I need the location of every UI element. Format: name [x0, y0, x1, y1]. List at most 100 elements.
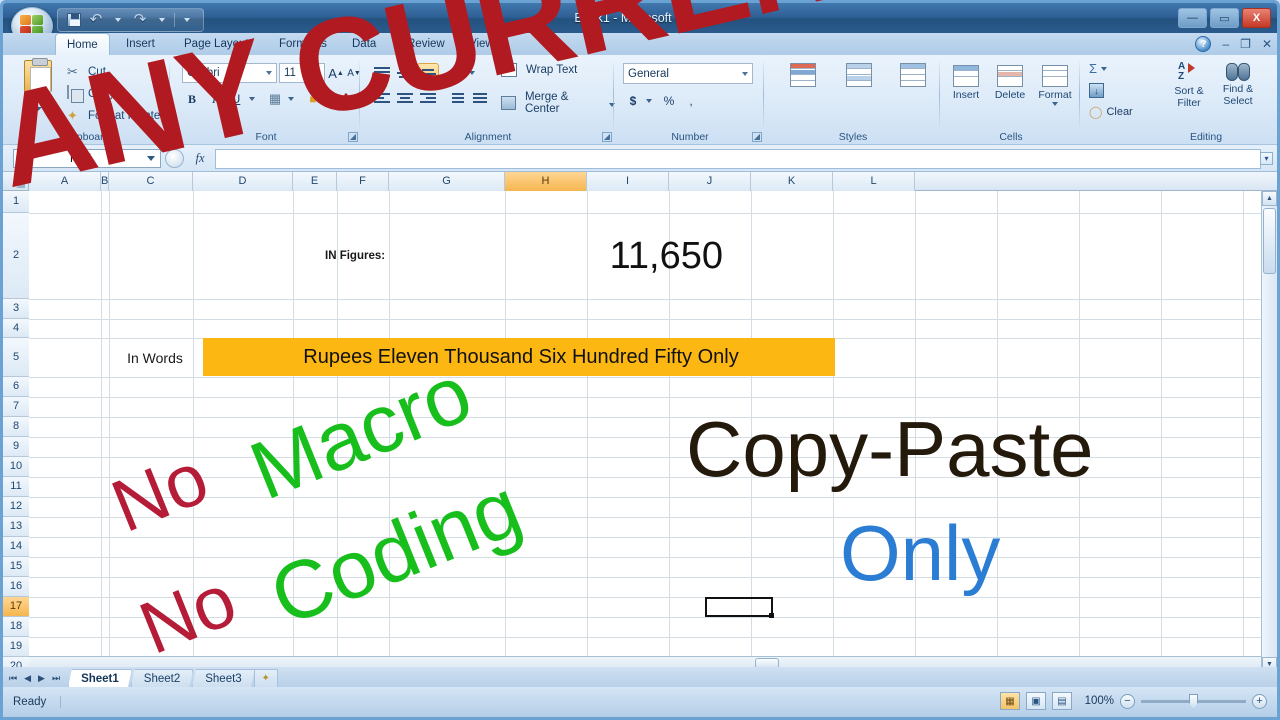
chevron-down-icon[interactable]: [147, 156, 155, 161]
minimize-button[interactable]: —: [1178, 8, 1207, 28]
customize-qat-icon[interactable]: [177, 10, 197, 30]
redo-icon[interactable]: ↷: [130, 10, 150, 30]
vertical-scrollbar[interactable]: ▲ ▼: [1261, 191, 1277, 672]
number-dialog-launcher[interactable]: ◢: [752, 132, 762, 142]
cut-button[interactable]: ✂ Cut: [67, 64, 106, 80]
cancel-icon[interactable]: [165, 149, 184, 168]
column-header-b[interactable]: B: [101, 172, 109, 191]
sheet-tab-sheet3[interactable]: Sheet3: [192, 669, 255, 687]
find-select-button[interactable]: Find & Select: [1215, 61, 1261, 107]
align-right-button[interactable]: [417, 89, 439, 109]
column-header-c[interactable]: C: [109, 172, 193, 191]
cell-in-figures-label[interactable]: IN Figures:: [325, 213, 415, 299]
insert-cells-button[interactable]: Insert: [945, 65, 987, 101]
insert-function-icon[interactable]: fx: [185, 151, 215, 166]
sheet-tab-sheet1[interactable]: Sheet1: [68, 669, 132, 687]
align-center-button[interactable]: [394, 89, 416, 109]
fill-color-dropdown-icon[interactable]: [323, 89, 334, 109]
tab-page-layout[interactable]: Page Layout: [173, 33, 260, 55]
column-header-k[interactable]: K: [751, 172, 833, 191]
accounting-dropdown-icon[interactable]: [643, 91, 654, 111]
tab-home[interactable]: Home: [55, 33, 110, 55]
sort-filter-button[interactable]: A Z Sort & Filter: [1167, 61, 1211, 109]
next-sheet-icon[interactable]: ▶: [38, 673, 45, 684]
row-header-12[interactable]: 12: [3, 497, 29, 517]
row-header-1[interactable]: 1: [3, 191, 29, 213]
sheet-tab-sheet2[interactable]: Sheet2: [130, 669, 194, 687]
zoom-slider[interactable]: [1141, 693, 1246, 709]
format-as-table-button[interactable]: [833, 63, 885, 87]
cell-in-words-label[interactable]: In Words: [107, 338, 203, 377]
cell-styles-button[interactable]: [889, 63, 937, 87]
row-header-5[interactable]: 5: [3, 338, 29, 377]
row-header-13[interactable]: 13: [3, 517, 29, 537]
accounting-format-button[interactable]: $: [623, 91, 643, 111]
format-cells-button[interactable]: Format: [1033, 65, 1077, 106]
grow-font-button[interactable]: A ▲: [327, 63, 345, 83]
orientation-dropdown-icon[interactable]: [466, 63, 477, 83]
zoom-slider-thumb[interactable]: [1189, 693, 1198, 709]
font-dialog-launcher[interactable]: ◢: [348, 132, 358, 142]
font-name-combo[interactable]: Calibri: [182, 63, 277, 83]
increase-indent-button[interactable]: [468, 89, 490, 109]
undo-dropdown-icon[interactable]: [108, 10, 128, 30]
view-page-layout-button[interactable]: ▣: [1026, 692, 1046, 710]
row-header-19[interactable]: 19: [3, 637, 29, 657]
fill-button[interactable]: ↓: [1089, 83, 1104, 98]
column-header-d[interactable]: D: [193, 172, 293, 191]
percent-format-button[interactable]: %: [659, 91, 679, 111]
selected-cell-h17[interactable]: [705, 597, 774, 618]
column-header-f[interactable]: F: [337, 172, 389, 191]
autosum-button[interactable]: Σ: [1089, 61, 1108, 76]
cell-figures-value[interactable]: 11,650: [419, 213, 729, 299]
wrap-text-button[interactable]: Wrap Text: [501, 63, 577, 77]
insert-worksheet-icon[interactable]: ✦: [253, 669, 278, 687]
clear-button[interactable]: ◯ Clear: [1089, 105, 1133, 119]
column-header-h[interactable]: H: [505, 172, 587, 191]
underline-button[interactable]: U: [226, 89, 246, 109]
row-header-9[interactable]: 9: [3, 437, 29, 457]
cell-area[interactable]: IN Figures: 11,650 In Words Rupees Eleve…: [29, 191, 1277, 672]
italic-button[interactable]: I: [204, 89, 224, 109]
cell-words-value[interactable]: Rupees Eleven Thousand Six Hundred Fifty…: [203, 338, 835, 376]
row-header-4[interactable]: 4: [3, 319, 29, 338]
zoom-out-button[interactable]: −: [1120, 693, 1135, 709]
clipboard-dialog-launcher[interactable]: ◢: [158, 132, 168, 142]
align-bottom-button[interactable]: [417, 63, 439, 83]
conditional-formatting-button[interactable]: [777, 63, 829, 87]
tab-view[interactable]: View: [458, 33, 505, 55]
orientation-button[interactable]: ↗: [445, 63, 467, 83]
column-header-j[interactable]: J: [669, 172, 751, 191]
expand-formula-bar-icon[interactable]: ▾: [1260, 152, 1273, 165]
column-header-i[interactable]: I: [587, 172, 669, 191]
column-header-l[interactable]: L: [833, 172, 915, 191]
font-color-button[interactable]: A: [337, 89, 355, 109]
delete-cells-button[interactable]: Delete: [989, 65, 1031, 101]
tab-insert[interactable]: Insert: [115, 33, 166, 55]
row-header-2[interactable]: 2: [3, 213, 29, 299]
inner-close-button[interactable]: ✕: [1262, 37, 1272, 51]
comma-format-button[interactable]: ,: [681, 91, 701, 111]
merge-center-button[interactable]: Merge & Center: [501, 91, 615, 115]
row-header-11[interactable]: 11: [3, 477, 29, 497]
row-header-17[interactable]: 17: [3, 597, 29, 617]
inner-restore-button[interactable]: ❐: [1240, 37, 1251, 51]
column-header-g[interactable]: G: [389, 172, 505, 191]
align-left-button[interactable]: [371, 89, 393, 109]
row-header-7[interactable]: 7: [3, 397, 29, 417]
row-header-18[interactable]: 18: [3, 617, 29, 637]
column-header-e[interactable]: E: [293, 172, 337, 191]
redo-dropdown-icon[interactable]: [152, 10, 172, 30]
decrease-indent-button[interactable]: [445, 89, 467, 109]
font-size-combo[interactable]: 11: [279, 63, 325, 83]
column-header-a[interactable]: A: [29, 172, 101, 191]
vertical-scroll-thumb[interactable]: [1263, 208, 1276, 274]
fill-color-button[interactable]: ■: [302, 89, 324, 109]
help-icon[interactable]: ?: [1195, 36, 1212, 52]
tab-data[interactable]: Data: [341, 33, 387, 55]
save-icon[interactable]: [64, 10, 84, 30]
inner-minimize-button[interactable]: –: [1222, 37, 1229, 51]
borders-dropdown-icon[interactable]: [285, 89, 296, 109]
row-header-10[interactable]: 10: [3, 457, 29, 477]
row-header-6[interactable]: 6: [3, 377, 29, 397]
